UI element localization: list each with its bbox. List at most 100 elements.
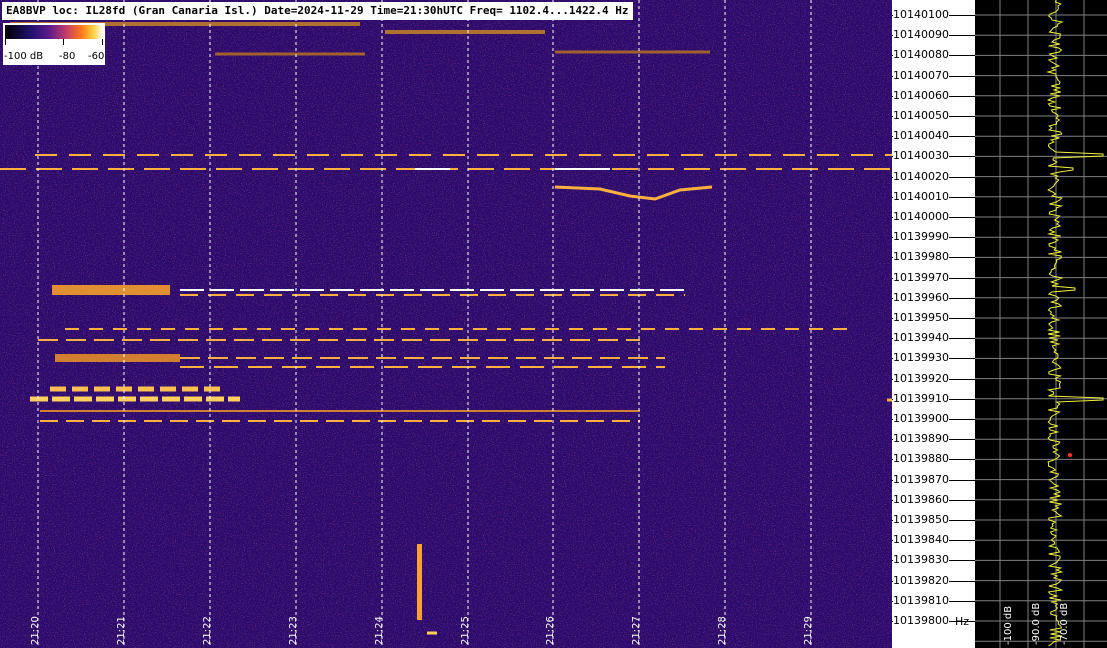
- color-scale-tick: [63, 39, 64, 45]
- signal-segment: [626, 339, 640, 341]
- signal-segment: [588, 366, 612, 368]
- signal-segment: [656, 366, 665, 368]
- frequency-label: 10140050: [893, 109, 949, 123]
- signal-segment: [572, 294, 590, 296]
- signal-segment: [665, 328, 679, 330]
- signal-segment: [248, 366, 272, 368]
- signal-segment: [316, 366, 340, 368]
- spectrogram-title: EA8BVP loc: IL28fd (Gran Canaria Isl.) D…: [2, 2, 633, 20]
- frequency-label: 10140090: [893, 28, 949, 43]
- signal-segment: [204, 386, 220, 392]
- signal-segment: [378, 420, 396, 422]
- signal-segment: [418, 366, 442, 368]
- signal-segment: [281, 328, 295, 330]
- signal-segment: [248, 420, 266, 422]
- signal-segment: [300, 289, 324, 291]
- time-label: 21:26: [545, 616, 556, 645]
- signal-segment: [144, 420, 162, 422]
- frequency-label: 10139880: [893, 452, 949, 467]
- signal-segment: [833, 328, 847, 330]
- signal-segment: [516, 294, 534, 296]
- signal-segment: [69, 154, 91, 156]
- signal-segment: [318, 339, 338, 341]
- signal-segment: [236, 294, 254, 296]
- frequency-label: 10140060: [893, 88, 949, 103]
- signal-segment: [817, 154, 839, 156]
- signal-segment: [170, 420, 188, 422]
- color-scale-max-label: -60: [88, 51, 105, 62]
- frequency-label: 10139970: [893, 270, 949, 285]
- frequency-label: 10139860: [893, 492, 949, 507]
- signal-segment: [514, 339, 534, 341]
- signal-segment: [118, 420, 136, 422]
- signal-segment: [555, 168, 610, 170]
- signal-segment: [641, 328, 655, 330]
- spectrum-panel[interactable]: -100 dB -90.0 dB -70.0 dB: [975, 0, 1107, 648]
- spectrum-plot: [975, 0, 1107, 648]
- signal-segment: [612, 168, 638, 170]
- signal-segment: [140, 396, 158, 402]
- signal-segment: [520, 366, 544, 368]
- time-label: 21:28: [717, 616, 728, 645]
- signal-segment: [420, 289, 444, 291]
- signal-segment: [713, 328, 727, 330]
- spectrum-db-label: -90.0 dB: [1031, 602, 1042, 645]
- signal-segment: [761, 328, 775, 330]
- time-label: 21:25: [460, 616, 471, 645]
- signal-segment: [52, 285, 170, 295]
- signal-segment: [452, 366, 476, 368]
- signal-segment: [404, 357, 424, 359]
- signal-segment: [544, 357, 564, 359]
- signal-segment: [208, 294, 226, 296]
- signal-segment: [656, 357, 665, 359]
- frequency-axis: 10140100 10140090 10140080 10140070 10140060…: [892, 0, 975, 648]
- signal-segment: [458, 339, 478, 341]
- signal-segment: [660, 289, 684, 291]
- signal-segment: [55, 354, 180, 362]
- frequency-label: 10139870: [893, 472, 949, 487]
- signal-segment: [376, 294, 394, 296]
- signal-segment: [720, 168, 746, 170]
- waterfall-spectrogram[interactable]: 21:20 21:21 21:22 21:23 21:24 21:25 21:26 21:27…: [0, 0, 892, 648]
- frequency-label: 10140010: [893, 189, 949, 204]
- frequency-label: 10139940: [893, 331, 949, 346]
- time-label: 21:23: [288, 616, 299, 645]
- signal-segment: [390, 289, 414, 291]
- signal-segment: [851, 154, 873, 156]
- signal-segment: [222, 420, 240, 422]
- signal-segment: [376, 357, 396, 359]
- signal-segment: [282, 366, 306, 368]
- frequency-label: 10139900: [893, 412, 949, 426]
- signal-segment: [570, 339, 590, 341]
- color-scale-tick: [5, 39, 6, 45]
- signal-segment: [205, 154, 227, 156]
- signal-segment: [307, 154, 329, 156]
- signal-segment: [257, 328, 271, 330]
- signal-segment: [180, 357, 200, 359]
- signal-segment: [404, 420, 422, 422]
- frequency-label: 10139850: [893, 513, 949, 527]
- signal-segment: [118, 396, 136, 402]
- frequency-label: 10139950: [893, 311, 949, 325]
- time-label: 21:29: [803, 616, 814, 645]
- signal-segment: [94, 386, 110, 392]
- signal-segment: [52, 396, 70, 402]
- signal-segment: [38, 339, 58, 341]
- signal-segment: [206, 396, 224, 402]
- frequency-label: 10139980: [893, 250, 949, 265]
- signal-segment: [252, 168, 278, 170]
- signal-segment: [404, 294, 422, 296]
- signal-segment: [352, 420, 370, 422]
- signal-segment: [504, 168, 530, 170]
- signal-segment: [480, 289, 504, 291]
- signal-segment: [542, 339, 562, 341]
- frequency-label: 10140070: [893, 68, 949, 83]
- signal-segment: [430, 420, 448, 422]
- signal-segment: [545, 154, 567, 156]
- signal-segment: [94, 339, 114, 341]
- spectrum-marker: [1068, 453, 1072, 457]
- frequency-label: 10139830: [893, 553, 949, 568]
- frequency-label: 10140040: [893, 129, 949, 144]
- signal-segment: [329, 328, 343, 330]
- signal-segment: [228, 396, 240, 402]
